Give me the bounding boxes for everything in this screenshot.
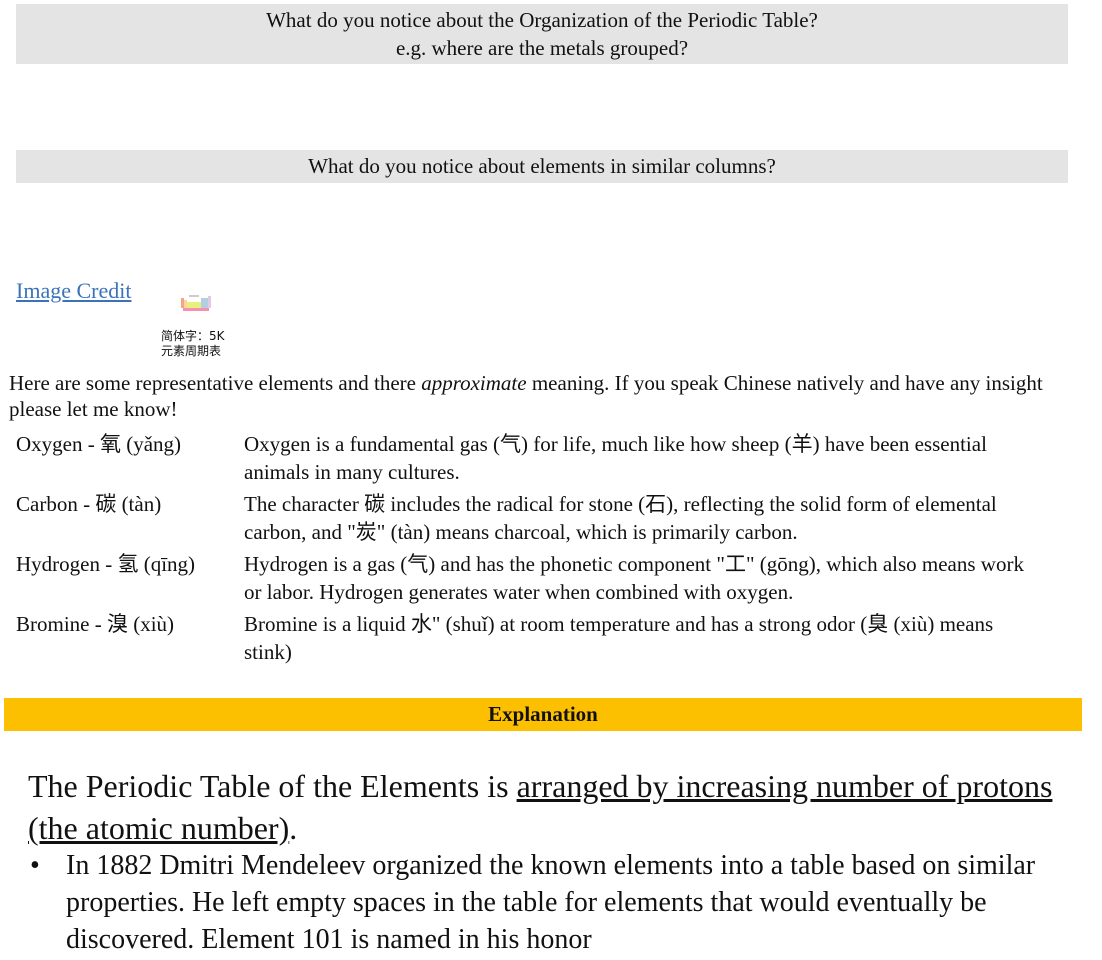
explanation-bullets: • In 1882 Dmitri Mendeleev organized the… [28, 847, 1088, 958]
bullet-text: In 1882 Dmitri Mendeleev organized the k… [66, 850, 1036, 955]
thumbnail-caption-line2: 元素周期表 [161, 344, 222, 358]
table-row: Oxygen - 氧 (yǎng) Oxygen is a fundamenta… [13, 430, 1047, 486]
explanation-lead: The Periodic Table of the Elements is ar… [28, 765, 1088, 849]
question-organization: What do you notice about the Organizatio… [16, 4, 1068, 64]
thumbnail-caption-line1: 简体字：5K [161, 329, 225, 343]
element-name: Hydrogen - 氢 (qīng) [16, 552, 196, 576]
element-description: Bromine is a liquid 水" (shuǐ) at room te… [244, 612, 994, 664]
element-description: The character 碳 includes the radical for… [244, 492, 997, 544]
intro-paragraph: Here are some representative elements an… [9, 370, 1079, 422]
table-row: Bromine - 溴 (xiù) Bromine is a liquid 水"… [13, 610, 1047, 666]
list-item: • In 1882 Dmitri Mendeleev organized the… [28, 847, 1088, 958]
element-meanings-table: Oxygen - 氧 (yǎng) Oxygen is a fundamenta… [9, 426, 1051, 670]
explanation-lead-plain: The Periodic Table of the Elements is [28, 768, 517, 804]
table-row: Carbon - 碳 (tàn) The character 碳 include… [13, 490, 1047, 546]
element-name: Bromine - 溴 (xiù) [16, 612, 175, 636]
explanation-lead-end: . [289, 810, 298, 846]
bullet-icon: • [30, 850, 40, 881]
intro-emphasis: approximate [421, 371, 527, 395]
question-organization-line2: e.g. where are the metals grouped? [395, 36, 689, 60]
table-row: Hydrogen - 氢 (qīng) Hydrogen is a gas (气… [13, 550, 1047, 606]
element-name: Oxygen - 氧 (yǎng) [16, 432, 182, 456]
image-credit-link[interactable]: Image Credit [16, 278, 131, 304]
question-organization-line1: What do you notice about the Organizatio… [266, 8, 818, 32]
element-description: Hydrogen is a gas (气) and has the phonet… [244, 552, 1024, 604]
thumbnail-caption: 简体字：5K 元素周期表 [161, 329, 225, 359]
periodic-table-thumbnail-icon[interactable] [181, 293, 211, 311]
question-columns: What do you notice about elements in sim… [16, 150, 1068, 183]
element-description: Oxygen is a fundamental gas (气) for life… [244, 432, 987, 484]
intro-text-before: Here are some representative elements an… [9, 371, 422, 395]
explanation-header[interactable]: Explanation [4, 698, 1082, 731]
element-name: Carbon - 碳 (tàn) [16, 492, 162, 516]
